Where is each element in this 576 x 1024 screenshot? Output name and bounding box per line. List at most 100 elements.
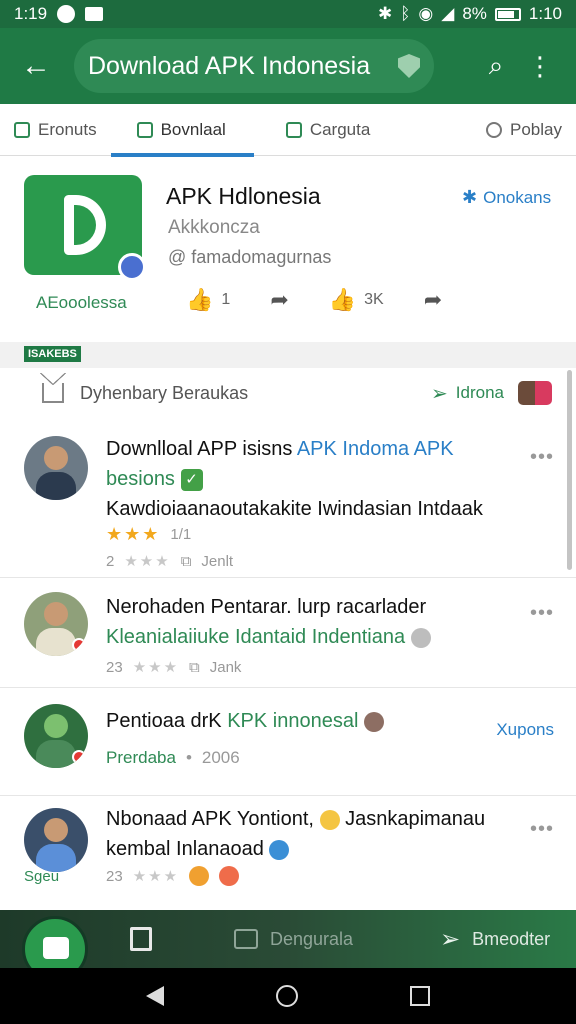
- developer-name[interactable]: AEooolessa: [36, 293, 127, 313]
- tab-eronuts[interactable]: Eronuts: [0, 104, 111, 156]
- list-item[interactable]: Pentioaa drK KPK innonesal Prerdaba • 20…: [0, 688, 576, 796]
- bluetooth-icon: ᛒ: [400, 4, 411, 23]
- nav-send[interactable]: ➢ Bmeodter: [440, 925, 550, 954]
- star-icon: ✱: [462, 187, 478, 207]
- tab-label: Eronuts: [38, 120, 97, 139]
- title-green: besions: [106, 468, 175, 490]
- live-dot-icon: [72, 750, 86, 764]
- star-rating: ★★★: [124, 553, 171, 570]
- app-glyph-icon: [43, 937, 69, 959]
- meta-count: 23: [106, 658, 123, 676]
- avatar[interactable]: [24, 808, 88, 872]
- item-meta: 23 ★★★ ⧉ Jank: [106, 658, 242, 677]
- share-button[interactable]: ➦: [270, 287, 288, 313]
- vibrate-icon: ✱: [377, 4, 393, 23]
- rating-row: ★★★ 1/1: [106, 524, 191, 545]
- avatar[interactable]: [24, 592, 88, 656]
- side-link[interactable]: Xupons: [496, 720, 554, 740]
- title-green: KPK innonesal: [227, 710, 359, 732]
- star-rating: ★★★: [132, 868, 180, 885]
- title-text-2: Jasnkapimanau: [345, 808, 486, 830]
- action-row: 👍 1 ➦ 👍 3K ➦: [186, 287, 442, 313]
- more-horiz-icon[interactable]: •••: [530, 446, 554, 469]
- back-arrow-icon[interactable]: ←: [14, 44, 58, 88]
- app-name: APK Hdlonesia: [166, 183, 321, 209]
- back-icon[interactable]: [146, 986, 164, 1006]
- avatar-head: [44, 714, 68, 738]
- emoji-icon: [189, 866, 210, 886]
- app-logo[interactable]: [24, 175, 146, 281]
- filter-label: Dyhenbary Beraukas: [80, 382, 249, 403]
- home-circle-icon[interactable]: [276, 985, 298, 1007]
- like-button[interactable]: 👍 1: [186, 287, 230, 313]
- notification-icon: [57, 5, 76, 23]
- crop-icon: [285, 122, 302, 138]
- star-rating: ★★★: [132, 659, 180, 676]
- avatar-head: [44, 446, 68, 470]
- like-count: 1: [221, 291, 231, 308]
- avatar-body: [36, 472, 76, 500]
- item-title: Pentioaa drK KPK innonesal: [106, 706, 520, 736]
- avatar[interactable]: [24, 436, 88, 500]
- repost-count: 3K: [364, 291, 384, 308]
- tab-label: Bovnlaal: [160, 120, 226, 139]
- tab-poblay[interactable]: Poblay: [472, 104, 576, 156]
- list-item[interactable]: Nbonaad APK Yontiont, Jasnkapimanau kemb…: [0, 796, 576, 910]
- avatar[interactable]: [24, 704, 88, 768]
- item-caption: Sgeu: [24, 868, 60, 885]
- filter-right-label: Idrona: [455, 383, 504, 402]
- item-desc: kembal Inlanaoad: [106, 838, 264, 860]
- nav-label: Dengurala: [270, 928, 354, 949]
- home-icon[interactable]: [40, 373, 66, 403]
- check-box-icon: [14, 122, 30, 138]
- more-horiz-icon[interactable]: •••: [530, 818, 554, 841]
- forward-button[interactable]: ➦: [424, 287, 442, 313]
- app-subtitle: Akkkoncza: [168, 217, 260, 238]
- nav-library[interactable]: [130, 927, 152, 951]
- tab-download[interactable]: Bovnlaal: [110, 104, 255, 157]
- nav-messages[interactable]: Dengurala: [234, 929, 353, 950]
- avatar-body: [36, 628, 76, 656]
- more-horiz-icon[interactable]: •••: [530, 602, 554, 625]
- app-handle: @ famadomagurnas: [168, 247, 332, 267]
- item-meta: 23 ★★★: [106, 866, 240, 886]
- app-bar: ← Download APK Indonesia ⌕ ⋮: [0, 28, 576, 104]
- message-icon: [85, 7, 104, 21]
- search-pill[interactable]: Download APK Indonesia: [74, 39, 434, 93]
- title-text: Downlloal APP isisns: [106, 438, 297, 460]
- item-desc: Kawdioiaanaoutakakite Iwindasian Intdaak: [106, 498, 483, 520]
- section-tag: ISAKEBS: [24, 346, 81, 362]
- mini-avatar[interactable]: [518, 381, 552, 405]
- tab-bar: Eronuts Bovnlaal Carguta Poblay: [0, 104, 576, 157]
- home-icon: [136, 122, 153, 138]
- list-item[interactable]: Nerohaden Pentarar. lurp racarlader Klea…: [0, 578, 576, 688]
- rating-text: 1/1: [170, 526, 192, 543]
- recents-icon[interactable]: [410, 986, 430, 1006]
- avatar-head: [44, 602, 68, 626]
- copy-icon: ⧉: [189, 658, 200, 676]
- tab-carguta[interactable]: Carguta: [272, 104, 384, 156]
- copy-icon: ⧉: [180, 552, 192, 570]
- meta-link[interactable]: Jenlt: [201, 553, 233, 570]
- avatar-head: [44, 818, 68, 842]
- item-meta: 2 ★★★ ⧉ Jenlt: [106, 552, 233, 571]
- meta-link[interactable]: Jank: [210, 659, 242, 676]
- list-item[interactable]: Downlloal APP isisns APK Indoma APK besi…: [0, 418, 576, 578]
- thumb-up-icon: 👍: [186, 287, 214, 312]
- battery-icon: [494, 7, 521, 21]
- filter-row: Dyhenbary Beraukas ➢ Idrona: [0, 368, 576, 418]
- follow-button[interactable]: ✱ Onokans: [462, 187, 551, 208]
- nav-label: Bmeodter: [472, 928, 551, 949]
- filter-action[interactable]: ➢ Idrona: [431, 381, 504, 406]
- search-icon[interactable]: ⌕: [474, 44, 518, 88]
- scrollbar[interactable]: [567, 370, 572, 570]
- info-icon: [486, 122, 503, 138]
- system-nav-bar: [0, 968, 576, 1024]
- signal-icon: ◢: [441, 4, 455, 23]
- status-bar: 1:19 ✱ ᛒ ◉ ◢ 8% 1:10: [0, 0, 576, 28]
- send-icon: ➢: [431, 382, 448, 405]
- tab-label: Carguta: [309, 120, 371, 139]
- more-vert-icon[interactable]: ⋮: [518, 44, 562, 88]
- meta-count: 2: [106, 552, 115, 570]
- repost-button[interactable]: 👍 3K: [329, 287, 384, 313]
